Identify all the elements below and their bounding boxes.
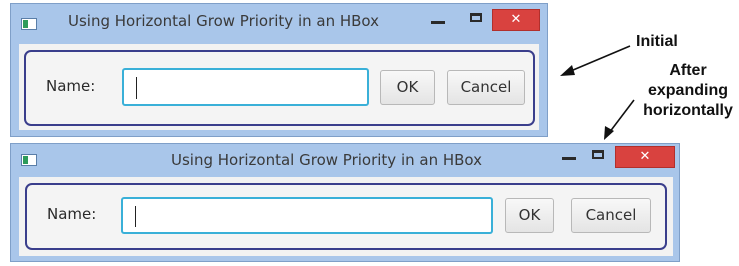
annotation-line: expanding [647, 82, 728, 99]
hbox-container: Name: OK Cancel [24, 50, 535, 126]
minimize-icon[interactable] [431, 21, 445, 24]
maximize-icon[interactable] [470, 13, 482, 22]
name-input[interactable] [122, 68, 369, 106]
name-label: Name: [47, 205, 97, 223]
annotation-line: horizontally [643, 102, 733, 119]
name-input[interactable] [121, 197, 493, 234]
close-icon: ✕ [510, 12, 522, 27]
arrow-expanded-line [608, 99, 635, 134]
app-icon [21, 154, 37, 166]
title-bar[interactable]: Using Horizontal Grow Priority in an HBo… [11, 4, 547, 38]
window-content: Name: OK Cancel [19, 177, 673, 256]
text-caret [135, 206, 136, 227]
window-title: Using Horizontal Grow Priority in an HBo… [68, 12, 380, 30]
annotation-line: After [669, 62, 707, 79]
close-button[interactable]: ✕ [615, 146, 675, 168]
ok-button[interactable]: OK [505, 198, 554, 233]
maximize-icon[interactable] [592, 150, 604, 159]
arrow-expanded-head [604, 126, 614, 140]
window-title: Using Horizontal Grow Priority in an HBo… [171, 151, 483, 169]
cancel-button[interactable]: Cancel [447, 70, 525, 105]
annotation-initial: Initial [636, 33, 678, 50]
expanded-window: Using Horizontal Grow Priority in an HBo… [10, 143, 680, 262]
ok-button[interactable]: OK [380, 70, 435, 105]
window-content: Name: OK Cancel [19, 44, 539, 130]
annotation-after-expanding: After expanding horizontally [640, 61, 736, 121]
minimize-icon[interactable] [562, 157, 576, 160]
name-label: Name: [46, 77, 96, 95]
initial-window: Using Horizontal Grow Priority in an HBo… [10, 3, 548, 137]
title-bar[interactable]: Using Horizontal Grow Priority in an HBo… [11, 144, 679, 172]
text-caret [136, 77, 137, 99]
hbox-container: Name: OK Cancel [25, 183, 667, 250]
app-icon [21, 18, 37, 30]
close-icon: ✕ [639, 149, 651, 164]
cancel-button[interactable]: Cancel [571, 198, 651, 233]
close-button[interactable]: ✕ [492, 9, 540, 31]
